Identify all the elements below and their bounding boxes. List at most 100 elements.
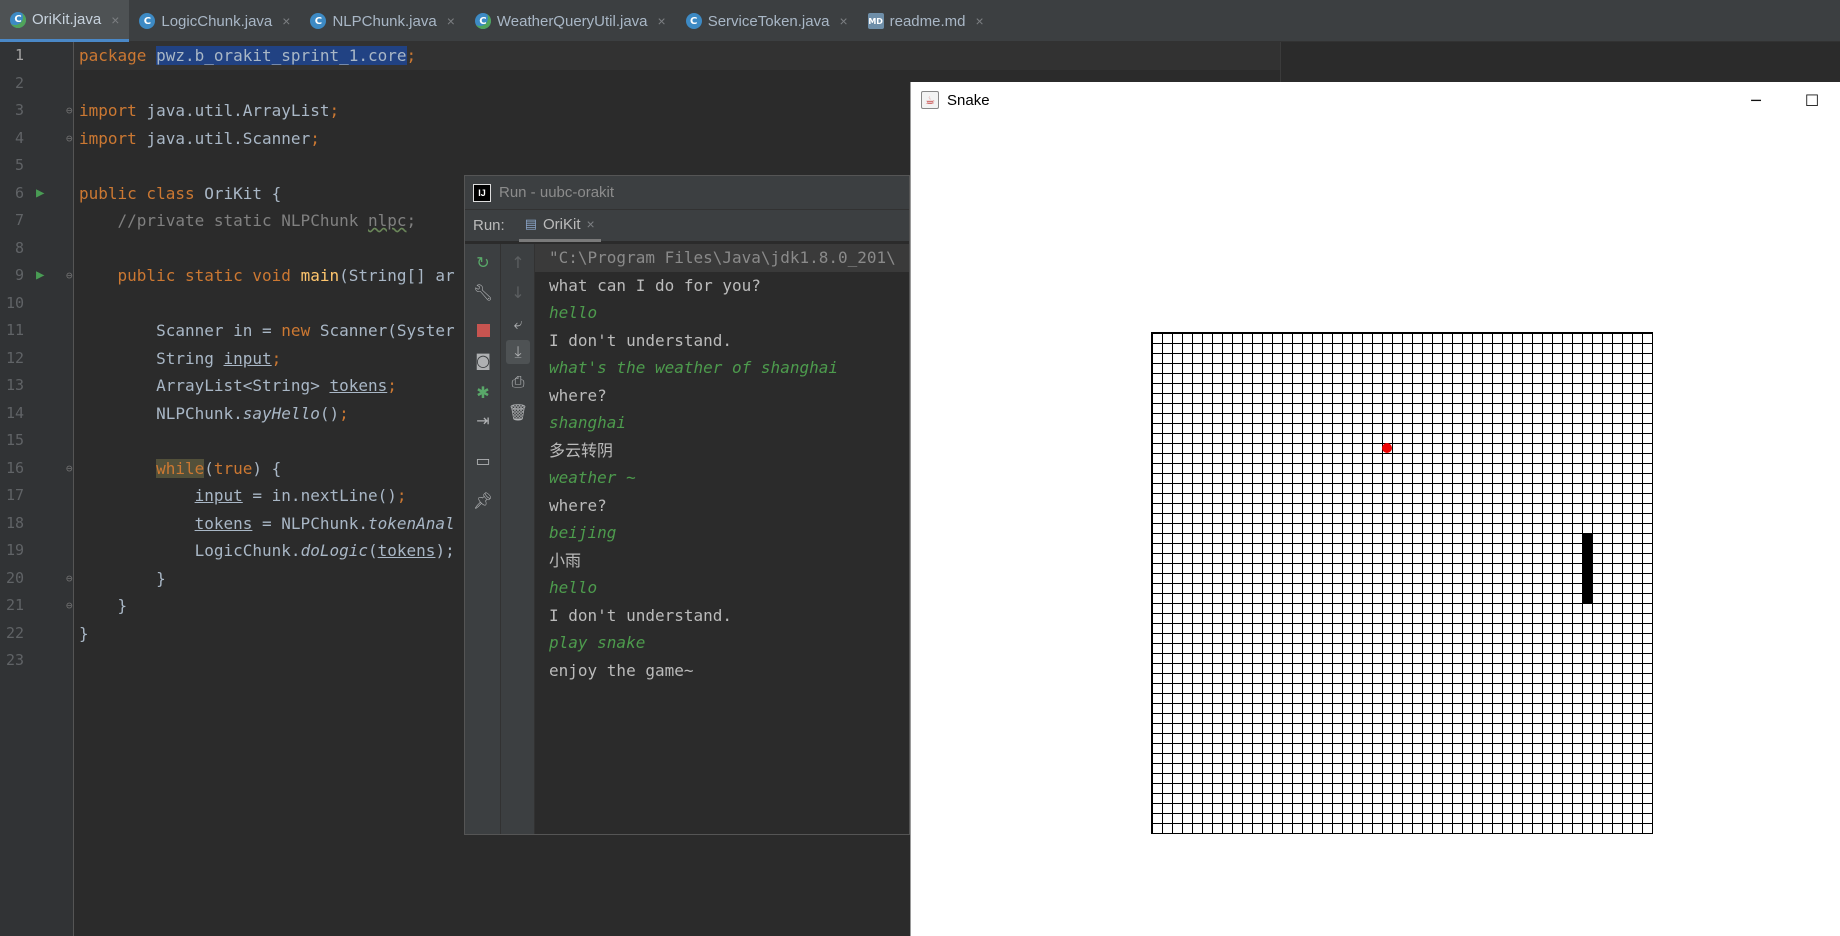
close-icon[interactable]: × <box>282 13 290 29</box>
fold-icon[interactable]: ⊖ <box>66 262 73 290</box>
line-number: 8 <box>14 238 24 257</box>
fold-icon[interactable]: ⊖ <box>66 592 73 620</box>
console-line: weather ~ <box>549 468 636 487</box>
console-line: beijing <box>549 523 617 542</box>
run-window-title: Run - uubc-orakit <box>499 184 615 201</box>
run-tabs: Run: ▤ OriKit × <box>465 210 909 242</box>
close-icon[interactable]: × <box>586 216 594 232</box>
close-icon[interactable]: × <box>839 13 847 29</box>
arrow-up-icon[interactable]: ↑ <box>506 250 530 274</box>
close-icon[interactable]: × <box>658 13 666 29</box>
editor-tab[interactable]: C ServiceToken.java × <box>676 0 858 42</box>
console-line: enjoy the game~ <box>549 660 694 680</box>
arrow-down-icon[interactable]: ↓ <box>506 280 530 304</box>
exit-icon[interactable]: ⇥ <box>471 408 495 432</box>
scroll-to-end-icon[interactable]: ⤓ <box>506 340 530 364</box>
minimize-button[interactable]: ─ <box>1728 82 1784 118</box>
selected-package-name: pwz.b_orakit_sprint_1.core <box>156 46 407 65</box>
console-line: 小雨 <box>549 550 582 570</box>
fold-icon[interactable]: ⊖ <box>66 455 73 483</box>
layout-icon[interactable]: ▭ <box>471 448 495 472</box>
run-tab-label: OriKit <box>542 215 581 233</box>
line-number-row: 8 <box>0 235 30 263</box>
maximize-button[interactable]: ☐ <box>1784 82 1840 118</box>
line-number: 10 <box>5 293 24 312</box>
pin-icon[interactable]: 📌︎ <box>471 488 495 512</box>
editor-tab-label: WeatherQueryUtil.java <box>496 12 648 30</box>
console-line: hello <box>549 578 598 597</box>
stop-icon[interactable] <box>471 318 495 342</box>
console-line: shanghai <box>549 413 627 432</box>
console-line: "C:\Program Files\Java\jdk1.8.0_201\ <box>535 244 909 272</box>
java-app-icon: ☕︎ <box>921 91 939 109</box>
java-class-icon: C <box>310 13 327 29</box>
code-line-1[interactable]: package pwz.b_orakit_sprint_1.core; <box>0 42 1280 70</box>
rerun-icon[interactable]: ↻ <box>471 250 495 274</box>
trash-icon[interactable]: 🗑︎ <box>506 400 530 424</box>
snake-window-title: Snake <box>947 91 990 109</box>
fold-icon[interactable]: ⊖ <box>66 565 73 593</box>
line-number: 2 <box>14 73 24 92</box>
line-number: 15 <box>5 431 24 449</box>
editor-tab[interactable]: C NLPChunk.java × <box>300 0 464 42</box>
snake-body <box>1582 533 1592 603</box>
line-number: 23 <box>5 651 24 669</box>
run-toolbar-primary: ↻ 🔧︎ ◙ ✱ ⇥ ▭ 📌︎ <box>465 244 501 834</box>
editor-tab[interactable]: C LogicChunk.java × <box>129 0 300 42</box>
line-number-row: 2 <box>0 70 30 98</box>
console-line: I don't understand. <box>549 605 733 625</box>
print-icon[interactable]: ⎙ <box>506 370 530 394</box>
markdown-icon: MD <box>867 13 884 29</box>
camera-icon[interactable]: ◙ <box>471 348 495 372</box>
run-window-titlebar[interactable]: IJ Run - uubc-orakit <box>465 176 909 210</box>
console-line: hello <box>549 303 598 322</box>
console-line: 多云转阴 <box>549 440 614 460</box>
console-line: what's the weather of shanghai <box>549 358 838 377</box>
debug-icon[interactable]: ✱ <box>471 380 495 404</box>
fold-icon[interactable]: ⊖ <box>66 97 73 125</box>
line-number-row: 23 <box>0 647 30 675</box>
snake-game-board[interactable] <box>1151 332 1653 834</box>
run-label: Run: <box>473 217 505 234</box>
editor-tab-label: LogicChunk.java <box>161 12 273 30</box>
java-class-icon: C <box>685 13 702 29</box>
run-gutter-icon[interactable]: ▶ <box>36 262 44 290</box>
console-icon: ▤ <box>524 216 537 231</box>
line-number: 5 <box>14 156 24 174</box>
editor-tab-bar: C OriKit.java × C LogicChunk.java × C NLPChunk.… <box>0 0 1840 42</box>
line-number-row: 15 <box>0 427 30 455</box>
soft-wrap-icon[interactable]: ⤶ <box>506 312 530 336</box>
console-line: what can I do for you? <box>549 275 761 295</box>
run-tool-window[interactable]: IJ Run - uubc-orakit Run: ▤ OriKit × ↻ 🔧… <box>464 175 910 835</box>
console-output[interactable]: "C:\Program Files\Java\jdk1.8.0_201\what… <box>535 244 909 834</box>
editor-tab[interactable]: C OriKit.java × <box>0 0 130 42</box>
editor-tab-label: ServiceToken.java <box>707 12 830 30</box>
console-line: I don't understand. <box>549 330 733 350</box>
console-line: where? <box>549 495 607 515</box>
food-pellet <box>1382 443 1392 453</box>
console-line: where? <box>549 385 607 405</box>
java-class-run-icon: C <box>474 13 491 29</box>
window-controls: ─ ☐ <box>1728 82 1840 118</box>
line-number-row: 10 <box>0 290 30 318</box>
close-icon[interactable]: × <box>976 13 984 29</box>
wrench-icon[interactable]: 🔧︎ <box>471 280 495 304</box>
java-class-icon: C <box>139 13 156 29</box>
editor-tab[interactable]: C WeatherQueryUtil.java × <box>465 0 676 42</box>
run-gutter-icon[interactable]: ▶ <box>36 180 44 208</box>
editor-tab-label: OriKit.java <box>32 11 102 28</box>
line-number-row: 5 <box>0 152 30 180</box>
close-icon[interactable]: × <box>447 13 455 29</box>
editor-tab-label: NLPChunk.java <box>332 12 437 30</box>
close-icon[interactable]: × <box>111 12 119 28</box>
snake-titlebar[interactable]: ☕︎ Snake <box>911 82 1840 118</box>
java-class-run-icon: C <box>10 11 26 28</box>
run-tab-orikit[interactable]: ▤ OriKit × <box>518 210 601 242</box>
snake-game-window[interactable]: ☕︎ Snake ─ ☐ <box>910 82 1840 936</box>
run-toolbar-secondary: ↑ ↓ ⤶ ⤓ ⎙ 🗑︎ <box>501 244 535 834</box>
editor-tab[interactable]: MD readme.md × <box>858 0 994 42</box>
editor-tab-label: readme.md <box>889 12 966 30</box>
console-line: play snake <box>549 633 646 652</box>
intellij-icon: IJ <box>473 183 491 202</box>
fold-icon[interactable]: ⊖ <box>66 125 73 153</box>
